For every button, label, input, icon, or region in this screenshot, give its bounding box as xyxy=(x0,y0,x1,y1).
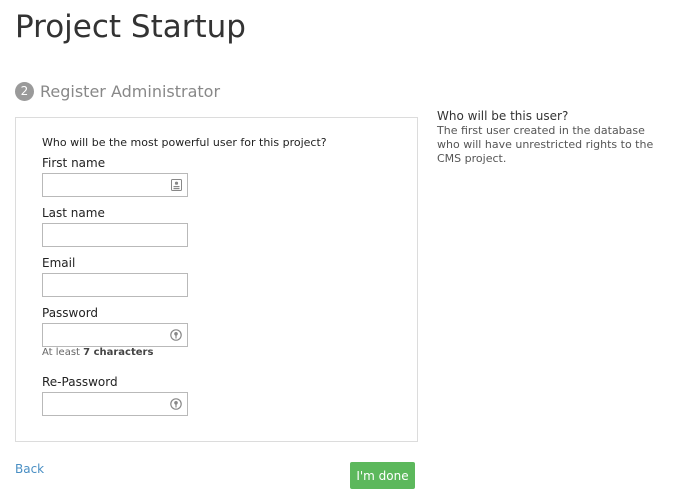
repassword-label: Re-Password xyxy=(42,375,118,389)
last-name-label: Last name xyxy=(42,206,105,220)
contact-card-icon xyxy=(170,179,182,191)
im-done-button[interactable]: I'm done xyxy=(350,462,415,489)
back-link[interactable]: Back xyxy=(15,462,44,476)
page-title: Project Startup xyxy=(15,9,246,45)
first-name-input[interactable] xyxy=(42,173,188,197)
password-hint: At least 7 characters xyxy=(42,347,153,358)
step-header: 2 Register Administrator xyxy=(15,79,220,103)
password-input[interactable] xyxy=(42,323,188,347)
email-input[interactable] xyxy=(42,273,188,297)
last-name-input[interactable] xyxy=(42,223,188,247)
password-hint-prefix: At least xyxy=(42,347,84,358)
step-number-badge: 2 xyxy=(15,81,34,101)
password-key-icon[interactable] xyxy=(170,329,182,341)
first-name-label: First name xyxy=(42,156,106,170)
help-title: Who will be this user? xyxy=(437,109,569,123)
password-label: Password xyxy=(42,306,99,320)
help-text: The first user created in the database w… xyxy=(437,124,654,165)
password-key-icon[interactable] xyxy=(170,398,182,410)
form-question: Who will be the most powerful user for t… xyxy=(42,136,327,149)
email-label: Email xyxy=(42,256,76,270)
step-title: Register Administrator xyxy=(40,81,221,101)
repassword-input[interactable] xyxy=(42,392,188,416)
password-hint-bold: 7 characters xyxy=(83,347,154,358)
project-startup-page: Project Startup 2 Register Administrator… xyxy=(0,0,677,494)
